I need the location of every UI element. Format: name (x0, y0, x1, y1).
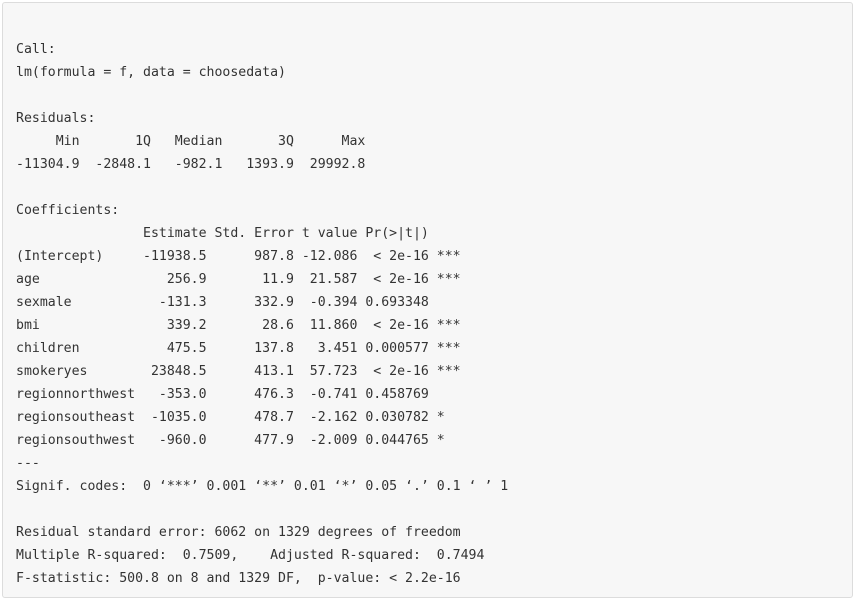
separator-line: --- (16, 456, 40, 471)
coefficient-row: sexmale -131.3 332.9 -0.394 0.693348 (16, 295, 461, 310)
call-formula: lm(formula = f, data = choosedata) (16, 65, 286, 80)
coefficient-row: smokeryes 23848.5 413.1 57.723 < 2e-16 *… (16, 364, 461, 379)
coefficients-header: Coefficients: (16, 203, 120, 218)
residual-standard-error: Residual standard error: 6062 on 1329 de… (16, 525, 461, 540)
coefficient-row: regionsoutheast -1035.0 478.7 -2.162 0.0… (16, 410, 461, 425)
coefficient-row: bmi 339.2 28.6 11.860 < 2e-16 *** (16, 318, 461, 333)
residuals-values: -11304.9 -2848.1 -982.1 1393.9 29992.8 (16, 157, 374, 172)
r-squared-line: Multiple R-squared: 0.7509, Adjusted R-s… (16, 548, 493, 563)
coefficient-row: (Intercept) -11938.5 987.8 -12.086 < 2e-… (16, 249, 461, 264)
r-output-panel: Call: lm(formula = f, data = choosedata) R… (2, 2, 853, 598)
coefficient-row: regionnorthwest -353.0 476.3 -0.741 0.45… (16, 387, 461, 402)
coefficient-row: children 475.5 137.8 3.451 0.000577 *** (16, 341, 461, 356)
coefficient-row: regionsouthwest -960.0 477.9 -2.009 0.04… (16, 433, 461, 448)
f-statistic-line: F-statistic: 500.8 on 8 and 1329 DF, p-v… (16, 571, 461, 586)
signif-codes: Signif. codes: 0 ‘***’ 0.001 ‘**’ 0.01 ‘… (16, 479, 509, 494)
call-header: Call: (16, 42, 56, 57)
residuals-header: Residuals: (16, 111, 96, 126)
coefficient-row: age 256.9 11.9 21.587 < 2e-16 *** (16, 272, 461, 287)
regression-summary-output: Call: lm(formula = f, data = choosedata) R… (16, 38, 508, 590)
residuals-column-labels: Min 1Q Median 3Q Max (16, 134, 374, 149)
coefficients-column-labels: Estimate Std. Error t value Pr(>|t|) (16, 226, 461, 241)
